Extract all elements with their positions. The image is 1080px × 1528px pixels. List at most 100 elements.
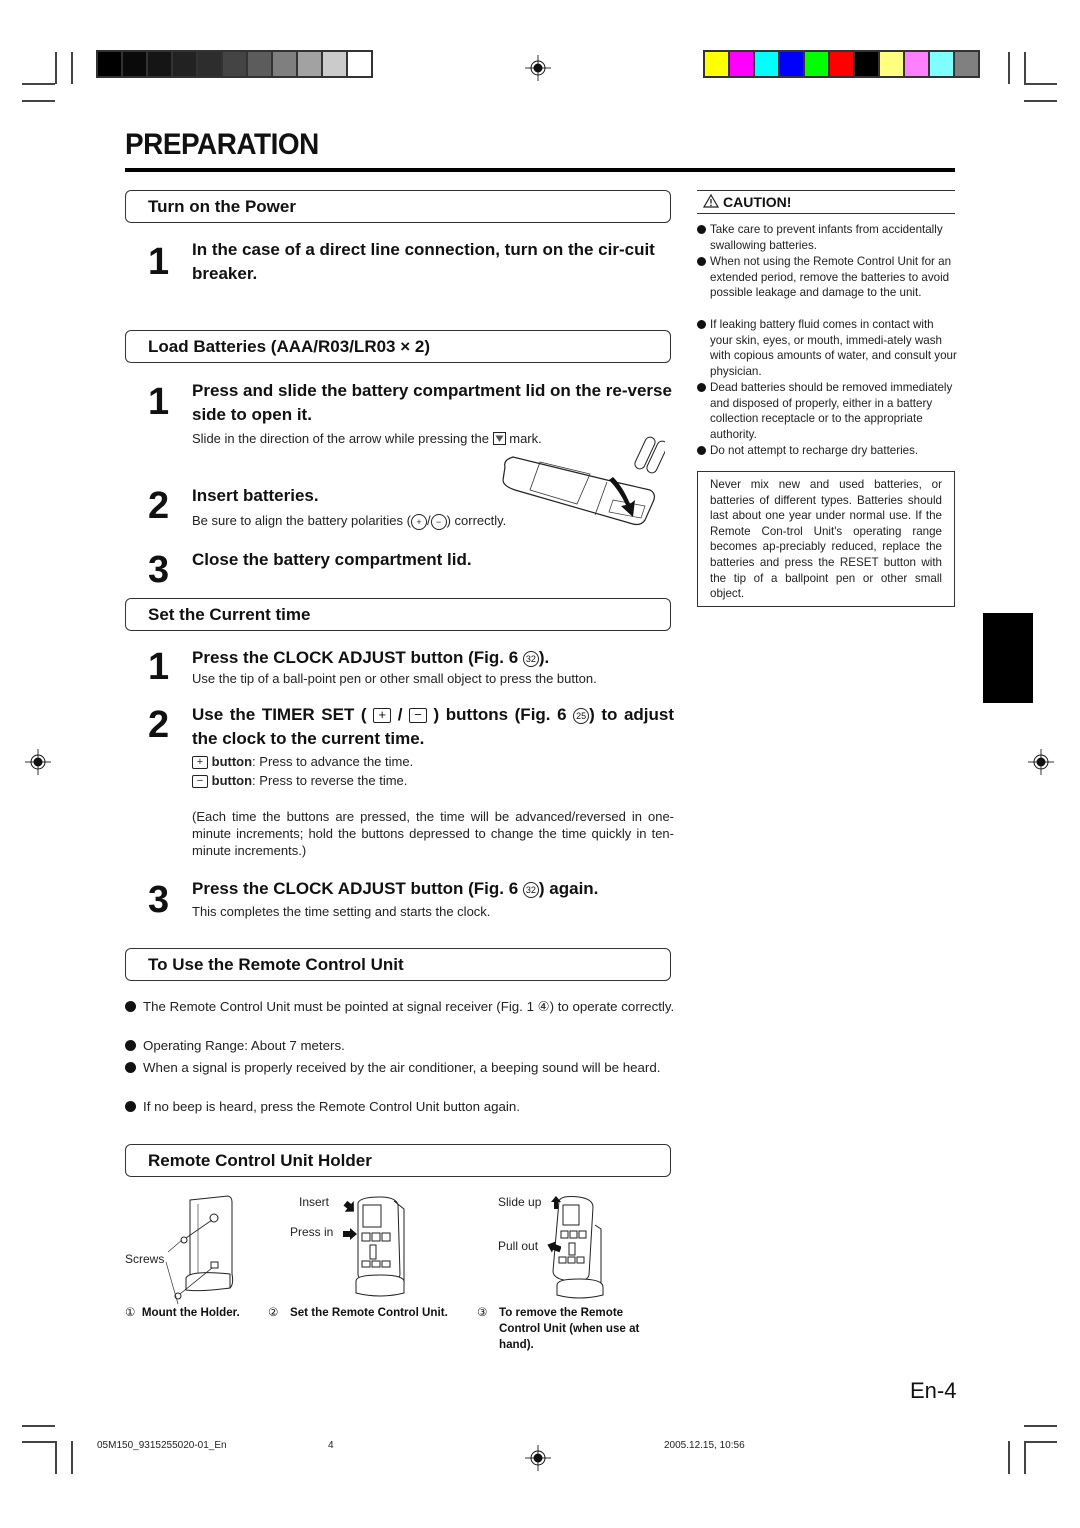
- caution-item: Do not attempt to recharge dry batteries…: [697, 443, 957, 459]
- step-number: 2: [148, 485, 170, 527]
- plus-button-note: + button: Press to advance the time.: [192, 753, 413, 770]
- step-text: Use the TIMER SET ( + / − ) buttons (Fig…: [192, 705, 675, 748]
- color-swatch: [905, 52, 928, 76]
- gray-swatch: [223, 52, 246, 76]
- plus-polarity-icon: +: [410, 513, 427, 530]
- caution-item: When not using the Remote Control Unit f…: [697, 254, 957, 301]
- step-number: 3: [148, 549, 170, 591]
- list-item: When a signal is properly received by th…: [125, 1059, 675, 1076]
- registration-mark-icon: [25, 749, 51, 775]
- step-note: Use the tip of a ball-point pen or other…: [192, 671, 597, 686]
- section-heading-time: Set the Current time: [125, 598, 671, 631]
- remote-battery-illustration: [502, 436, 665, 526]
- color-swatch: [930, 52, 953, 76]
- pull-out-arrow-icon: [547, 1241, 561, 1253]
- gray-swatch: [273, 52, 296, 76]
- section-tab-marker: [983, 613, 1033, 703]
- ref-number: 32: [522, 650, 539, 667]
- crop-mark: [1008, 52, 1010, 84]
- step-note: (Each time the buttons are pressed, the …: [192, 809, 674, 858]
- step-number: 3: [148, 879, 170, 921]
- press-in-arrow-icon: [343, 1228, 357, 1240]
- page-number: En-4: [910, 1378, 957, 1403]
- ref-number: 25: [573, 707, 590, 724]
- footer-timestamp: 2005.12.15, 10:56: [664, 1440, 745, 1451]
- caption-remove-remote: ③ To remove the Remote Control Unit (when…: [477, 1306, 640, 1351]
- list-item: The Remote Control Unit must be pointed …: [125, 998, 675, 1015]
- caution-item: Take care to prevent infants from accide…: [697, 222, 957, 253]
- gray-swatch: [248, 52, 271, 76]
- gray-swatch: [348, 52, 371, 76]
- press-in-label: Press in: [290, 1225, 334, 1239]
- caption-set-remote: ② Set the Remote Control Unit.: [268, 1306, 448, 1319]
- step-text: Press the CLOCK ADJUST button (Fig. 6 32…: [192, 648, 550, 667]
- color-swatch: [705, 52, 728, 76]
- plus-button-icon: +: [373, 708, 392, 724]
- color-swatch: [805, 52, 828, 76]
- crop-mark: [55, 1441, 57, 1474]
- color-calibration-bar: [703, 50, 980, 78]
- step-note: This completes the time setting and star…: [192, 904, 491, 919]
- page-title: PREPARATION: [125, 128, 319, 161]
- crop-mark: [1024, 83, 1057, 85]
- step-text: Close the battery compartment lid.: [192, 550, 472, 569]
- holder-insert-illustration: [355, 1196, 405, 1297]
- gray-swatch: [298, 52, 321, 76]
- pointer-lines: [165, 1239, 183, 1305]
- step-number: 1: [148, 241, 170, 283]
- section-heading-batteries: Load Batteries (AAA/R03/LR03 × 2): [125, 330, 671, 363]
- gray-swatch: [198, 52, 221, 76]
- crop-mark: [22, 100, 55, 102]
- slide-up-label: Slide up: [498, 1195, 542, 1209]
- list-item: Operating Range: About 7 meters.: [125, 1037, 675, 1054]
- gray-swatch: [123, 52, 146, 76]
- caution-item: If leaking battery fluid comes in contac…: [697, 317, 957, 379]
- color-swatch: [780, 52, 803, 76]
- color-swatch: [855, 52, 878, 76]
- minus-button-icon: −: [192, 775, 208, 789]
- minus-polarity-icon: −: [430, 513, 447, 530]
- title-rule: [125, 168, 955, 172]
- minus-button-note: − button: Press to reverse the time.: [192, 772, 407, 789]
- footer-filename: 05M150_9315255020-01_En: [97, 1440, 227, 1451]
- gray-swatch: [323, 52, 346, 76]
- pull-out-label: Pull out: [498, 1239, 539, 1253]
- caption-mount-holder: ① Mount the Holder.: [125, 1306, 240, 1319]
- gray-swatch: [148, 52, 171, 76]
- color-swatch: [830, 52, 853, 76]
- crop-mark: [71, 1441, 73, 1474]
- step-number: 1: [148, 646, 170, 688]
- minus-button-icon: −: [408, 708, 427, 724]
- warning-triangle-icon: [703, 194, 719, 208]
- gray-swatch: [173, 52, 196, 76]
- step-number: 2: [148, 704, 170, 746]
- section-heading-holder: Remote Control Unit Holder: [125, 1144, 671, 1177]
- color-swatch: [880, 52, 903, 76]
- crop-mark: [22, 1425, 55, 1427]
- crop-mark: [1024, 1441, 1026, 1474]
- crop-mark: [22, 1441, 55, 1443]
- crop-mark: [22, 83, 55, 85]
- crop-mark: [1024, 1425, 1057, 1427]
- crop-mark: [1024, 1441, 1057, 1443]
- section-heading-power: Turn on the Power: [125, 190, 671, 223]
- step-text: Insert batteries.: [192, 486, 319, 505]
- slide-up-arrow-icon: [551, 1196, 561, 1209]
- gray-swatch: [98, 52, 121, 76]
- registration-mark-icon: [525, 55, 551, 81]
- caution-heading: CAUTION!: [697, 190, 955, 214]
- screws-label: Screws: [125, 1252, 165, 1266]
- plus-button-icon: +: [192, 756, 208, 770]
- registration-mark-icon: [1028, 749, 1054, 775]
- crop-mark: [71, 52, 73, 84]
- step-text: Press the CLOCK ADJUST button (Fig. 6 32…: [192, 879, 599, 898]
- step-number: 1: [148, 381, 170, 423]
- insert-label: Insert: [299, 1195, 330, 1209]
- step-text: In the case of a direct line connection,…: [192, 240, 655, 283]
- list-item: If no beep is heard, press the Remote Co…: [125, 1098, 675, 1115]
- registration-mark-icon: [525, 1445, 551, 1471]
- step-text: Press and slide the battery compartment …: [192, 381, 672, 424]
- step-note: Slide in the direction of the arrow whil…: [192, 431, 542, 446]
- color-swatch: [955, 52, 978, 76]
- step-note: Be sure to align the battery polarities …: [192, 513, 507, 530]
